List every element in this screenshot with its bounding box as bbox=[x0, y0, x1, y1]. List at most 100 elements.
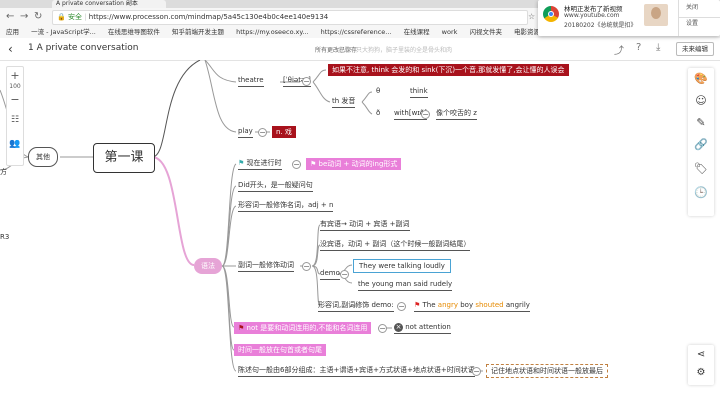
link-icon[interactable]: 🔗 bbox=[688, 138, 714, 151]
statement-order[interactable]: 陈述句一般由6部分组成：主语+谓语+宾语+方式状语+地点状语+时间状语 bbox=[238, 365, 475, 377]
adverb-topic[interactable]: 副词一般修饰动词 bbox=[238, 260, 294, 272]
eth-note[interactable]: 像个咬舌的 z bbox=[436, 108, 477, 120]
url-text: https://www.processon.com/mindmap/5a45c1… bbox=[88, 13, 329, 21]
document-title[interactable]: 1 A private conversation bbox=[28, 43, 138, 53]
demo-sentence-2[interactable]: the young man said rudely bbox=[358, 279, 453, 291]
theta-symbol[interactable]: θ bbox=[376, 86, 380, 96]
partial-node[interactable]: R3 bbox=[0, 232, 9, 242]
theatre-word[interactable]: theatre bbox=[238, 75, 264, 87]
progressive-label: 现在进行时 bbox=[246, 159, 282, 167]
collapse-toggle-icon[interactable]: − bbox=[258, 128, 267, 137]
connector bbox=[204, 60, 237, 133]
bookmark-item[interactable]: https://my.oseeco.xy... bbox=[236, 28, 308, 36]
adverb-rule-2[interactable]: 没宾语，动词 + 副词（这个时候一般副词结尾） bbox=[320, 239, 471, 251]
emoji-icon[interactable]: ☺ bbox=[688, 94, 714, 107]
theatre-note[interactable]: 如果不注意, think 会发的和 sink(下沉)一个音,那就发懂了,会让懂的… bbox=[328, 64, 569, 76]
did-start-topic[interactable]: Did开头，是一般疑问句 bbox=[238, 180, 313, 192]
play-meaning[interactable]: n. 戏 bbox=[272, 126, 296, 138]
progressive-topic[interactable]: ⚑ 现在进行时 bbox=[238, 158, 282, 170]
connector bbox=[221, 163, 237, 267]
outline-icon[interactable]: ☷ bbox=[7, 115, 23, 125]
collapse-toggle-icon[interactable]: − bbox=[340, 270, 349, 279]
url-input[interactable]: 🔒 安全 | https://www.processon.com/mindmap… bbox=[52, 10, 528, 25]
download-icon[interactable]: ⤓ bbox=[656, 42, 660, 53]
palette-icon[interactable]: 🎨 bbox=[688, 72, 714, 85]
notification-popup: 林明正发布了新视频 www.youtube.com 20180202《总统就是扣… bbox=[538, 0, 720, 36]
adj-adv-demo[interactable]: 形容词,副词修饰 demo: bbox=[318, 300, 394, 312]
statement-note[interactable]: 记住地点状语和时间状语一般放最后 bbox=[486, 364, 608, 378]
adj-topic[interactable]: 形容词一般修饰名词，adj + n bbox=[238, 200, 334, 212]
bookmark-item[interactable]: work bbox=[442, 28, 458, 36]
forward-arrow-icon[interactable]: → bbox=[20, 11, 28, 22]
collapse-toggle-icon[interactable]: − bbox=[302, 262, 311, 271]
adverb-rule-1[interactable]: 有宾语→ 动词 + 宾语 +副词 bbox=[320, 219, 410, 231]
bookmark-item[interactable]: 在线课程 bbox=[404, 28, 430, 36]
close-button[interactable]: 关闭 bbox=[686, 2, 698, 11]
mindmap-canvas[interactable]: 方 R3 第一课 其他 theatre [ˈθiətər] − 如果不注意, t… bbox=[0, 60, 720, 404]
help-icon[interactable]: ? bbox=[636, 42, 641, 53]
bookmark-item[interactable]: 电影资源 bbox=[514, 28, 540, 36]
connector bbox=[311, 244, 321, 267]
eth-symbol[interactable]: ð bbox=[376, 108, 380, 118]
back-chevron-icon[interactable]: ‹ bbox=[8, 42, 13, 56]
share-icon[interactable]: ⤴ bbox=[614, 42, 624, 57]
not-attention[interactable]: × not attention bbox=[394, 322, 451, 334]
not-rule-text: not 是要和动词连用的,不能和名词连用 bbox=[246, 324, 368, 332]
connector bbox=[151, 60, 201, 158]
ghost-text: 我是一只大狗狗，脑子里装的全是骨头和肉 bbox=[338, 47, 453, 54]
history-icon[interactable]: 🕒 bbox=[688, 186, 714, 199]
demo-sentence-1[interactable]: They were talking loudly bbox=[353, 259, 451, 273]
collapse-toggle-icon[interactable]: − bbox=[472, 367, 481, 376]
example-sentence[interactable]: ⚑ The angry boy shouted angrily bbox=[414, 300, 530, 312]
collapse-toggle-icon[interactable]: − bbox=[292, 160, 301, 169]
example-word: boy bbox=[460, 301, 474, 309]
tag-icon[interactable]: 🏷 bbox=[688, 162, 714, 175]
reload-icon[interactable]: ↻ bbox=[34, 11, 42, 22]
collapse-toggle-icon[interactable]: − bbox=[397, 302, 406, 311]
play-word[interactable]: play bbox=[238, 126, 253, 138]
zoom-in-button[interactable]: + bbox=[7, 69, 23, 82]
connector bbox=[151, 156, 195, 266]
collaborators-icon[interactable]: 👥 bbox=[7, 139, 23, 149]
time-rule[interactable]: 时间一般放在句首或者句尾 bbox=[234, 344, 326, 356]
collapse-toggle-icon[interactable]: − bbox=[302, 77, 311, 86]
th-label[interactable]: th 发音 bbox=[332, 96, 356, 108]
collapse-toggle-icon[interactable]: − bbox=[421, 110, 430, 119]
demo-topic[interactable]: demo bbox=[320, 268, 340, 280]
flag-icon: ⚑ bbox=[414, 301, 421, 309]
back-arrow-icon[interactable]: ← bbox=[6, 11, 14, 22]
zoom-out-button[interactable]: − bbox=[7, 93, 23, 106]
chrome-logo-icon bbox=[543, 6, 559, 22]
share-network-icon[interactable]: ⋖ bbox=[688, 349, 714, 360]
progressive-note-text: be动词 + 动词的ing形式 bbox=[318, 160, 398, 168]
theta-word[interactable]: think bbox=[410, 86, 428, 98]
zoom-toolbar: + 100 − ☷ 👥 bbox=[6, 66, 24, 166]
flag-icon: ⚑ bbox=[238, 324, 245, 332]
collapse-toggle-icon[interactable]: − bbox=[378, 324, 387, 333]
bookmark-item[interactable]: 闪视文件夹 bbox=[469, 28, 502, 36]
progressive-note[interactable]: ⚑ be动词 + 动词的ing形式 bbox=[306, 158, 402, 170]
bookmark-item[interactable]: 应用 bbox=[6, 28, 19, 36]
bookmark-item[interactable]: 知乎前端开发主题 bbox=[172, 28, 224, 36]
partial-node[interactable]: 方 bbox=[0, 167, 7, 177]
other-topic[interactable]: 其他 bbox=[28, 147, 58, 167]
example-word: The bbox=[422, 301, 436, 309]
not-rule[interactable]: ⚑ not 是要和动词连用的,不能和名词连用 bbox=[234, 322, 372, 334]
edit-button[interactable]: 未来编辑 bbox=[676, 42, 714, 56]
note-icon[interactable]: ✎ bbox=[688, 116, 714, 129]
bookmark-item[interactable]: 一流 - JavaScript学... bbox=[31, 28, 96, 36]
star-icon[interactable]: ☆ bbox=[528, 12, 535, 21]
browser-tab[interactable]: A private conversation 副本 bbox=[52, 0, 166, 8]
flag-icon: ⚑ bbox=[238, 159, 245, 167]
settings-gear-icon[interactable]: ⚙ bbox=[688, 367, 714, 378]
connector bbox=[361, 91, 373, 103]
grammar-topic[interactable]: 语法 bbox=[194, 258, 222, 274]
bookmark-item[interactable]: https://cssreference... bbox=[321, 28, 392, 36]
flag-icon: ⚑ bbox=[310, 160, 317, 168]
not-attention-text: not attention bbox=[405, 323, 451, 331]
settings-button[interactable]: 设置 bbox=[686, 18, 698, 27]
central-topic[interactable]: 第一课 bbox=[93, 143, 155, 173]
bookmark-item[interactable]: 在线思维导图软件 bbox=[108, 28, 160, 36]
divider bbox=[678, 0, 679, 36]
side-toolbar-bottom: ⋖ ⚙ bbox=[688, 345, 714, 385]
